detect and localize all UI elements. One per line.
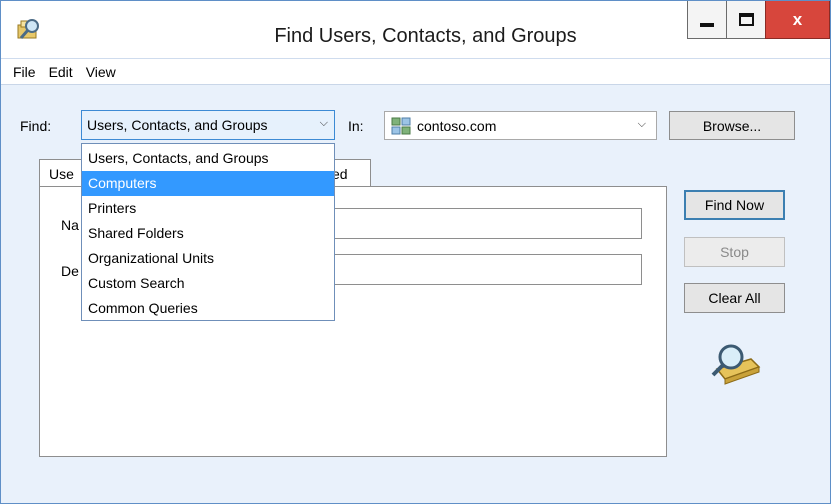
- dropdown-option[interactable]: Custom Search: [82, 271, 334, 296]
- description-label: De: [61, 263, 79, 279]
- chevron-down-icon: ⌵: [319, 117, 328, 129]
- menu-edit[interactable]: Edit: [45, 64, 82, 80]
- find-type-value: Users, Contacts, and Groups: [87, 117, 268, 133]
- browse-button[interactable]: Browse...: [669, 111, 795, 140]
- dropdown-option[interactable]: Printers: [82, 196, 334, 221]
- in-location-select[interactable]: contoso.com ⌵: [384, 111, 657, 140]
- description-field[interactable]: [331, 254, 642, 285]
- chevron-down-icon: ⌵: [637, 118, 646, 130]
- dropdown-option-selected[interactable]: Computers: [82, 171, 334, 196]
- tab-users-label: Use: [49, 165, 74, 182]
- name-field[interactable]: [331, 208, 642, 239]
- find-type-select[interactable]: Users, Contacts, and Groups ⌵: [81, 110, 335, 140]
- dropdown-option[interactable]: Common Queries: [82, 296, 334, 321]
- close-button[interactable]: x: [765, 1, 830, 39]
- dropdown-option[interactable]: Shared Folders: [82, 221, 334, 246]
- menu-bar: File Edit View: [1, 59, 830, 85]
- minimize-button[interactable]: [687, 1, 727, 39]
- clear-all-button[interactable]: Clear All: [684, 283, 785, 313]
- stop-button[interactable]: Stop: [684, 237, 785, 267]
- maximize-button[interactable]: [726, 1, 766, 39]
- dropdown-option[interactable]: Users, Contacts, and Groups: [82, 146, 334, 171]
- name-label: Na: [61, 217, 79, 233]
- close-icon: x: [792, 9, 803, 29]
- search-animation-icon: [711, 344, 761, 385]
- find-now-button[interactable]: Find Now: [684, 190, 785, 220]
- find-type-dropdown-list: Users, Contacts, and Groups Computers Pr…: [81, 143, 335, 321]
- in-label: In:: [348, 118, 364, 134]
- maximize-icon: [738, 13, 754, 26]
- menu-view[interactable]: View: [82, 64, 125, 80]
- title-bar[interactable]: Find Users, Contacts, and Groups x: [1, 1, 830, 59]
- menu-file[interactable]: File: [9, 64, 45, 80]
- domain-icon: [391, 117, 411, 134]
- dropdown-option[interactable]: Organizational Units: [82, 246, 334, 271]
- in-location-value: contoso.com: [417, 117, 497, 134]
- find-dialog-window: Find Users, Contacts, and Groups x File …: [0, 0, 831, 504]
- find-label: Find:: [20, 118, 52, 134]
- minimize-icon: [700, 22, 714, 27]
